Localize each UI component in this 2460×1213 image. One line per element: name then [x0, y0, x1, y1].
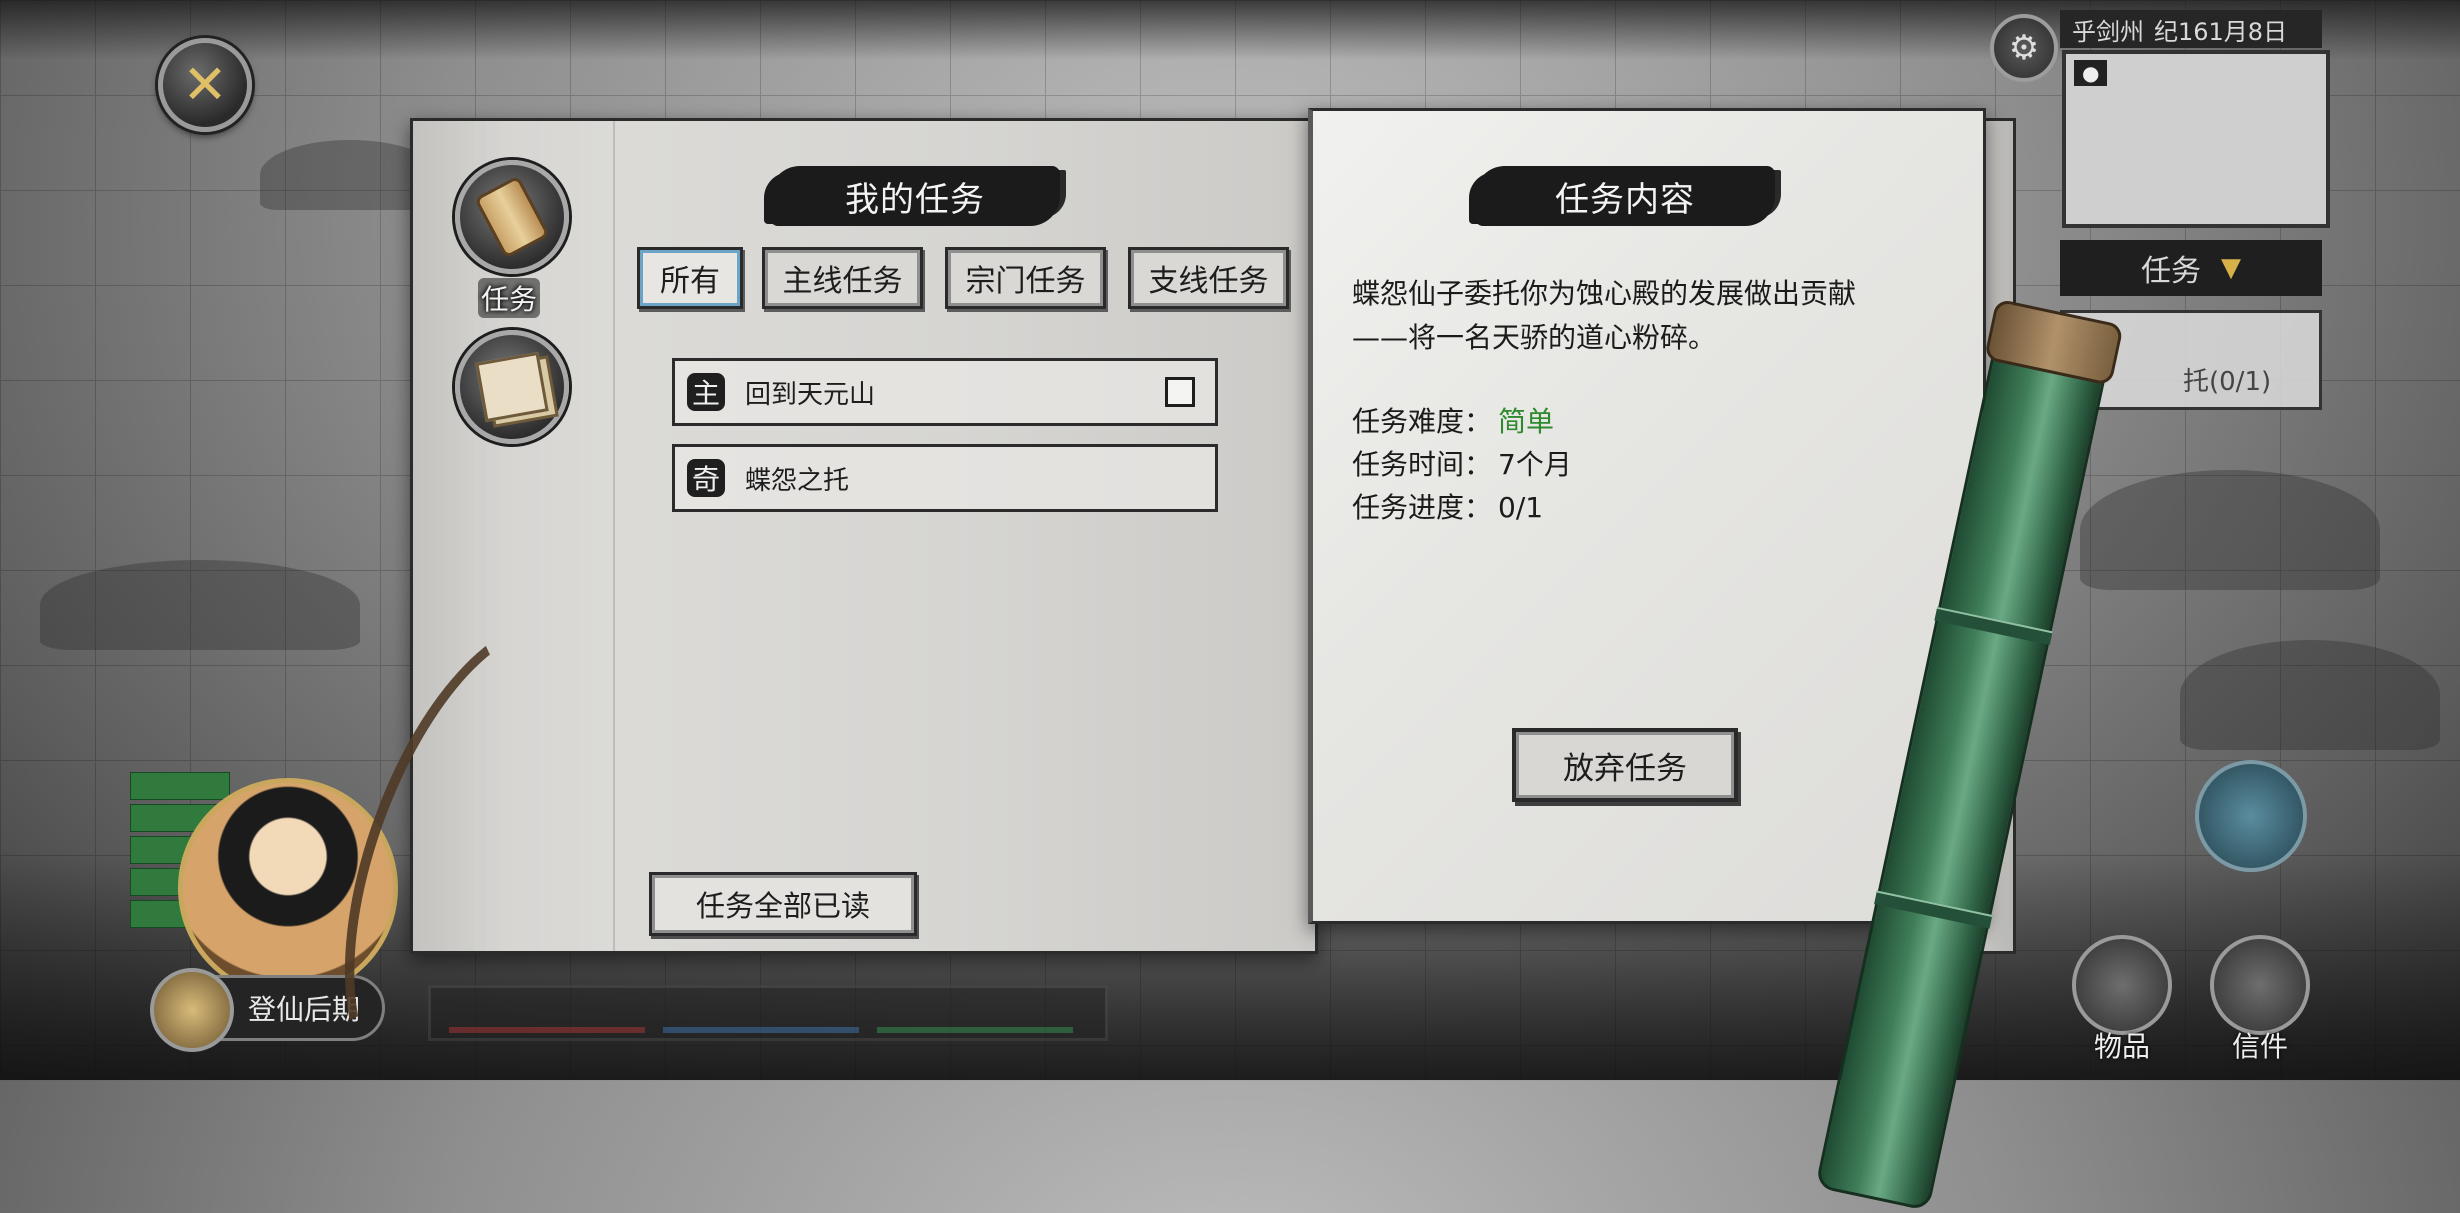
ink-mountain — [40, 560, 360, 650]
quest-time-row: 任务时间： 7个月 — [1352, 443, 1572, 483]
tab-side-quests[interactable]: 支线任务 — [1128, 247, 1289, 309]
task-tracker-dropdown[interactable]: 任务 ▼ — [2060, 240, 2322, 296]
ink-mountain — [2180, 640, 2440, 750]
quest-list-item[interactable]: 奇 蝶怨之托 — [672, 444, 1218, 512]
difficulty-value: 简单 — [1498, 405, 1555, 438]
location-name: 乎剑州 — [2072, 17, 2144, 46]
time-value: 7个月 — [1498, 448, 1572, 481]
quest-description: 蝶怨仙子委托你为蚀心殿的发展做出贡献 ——将一名天骄的道心粉碎。 — [1352, 277, 1857, 354]
ink-mountain — [2080, 470, 2380, 590]
mark-all-read-button[interactable]: 任务全部已读 — [649, 872, 917, 936]
letters-nav-button[interactable] — [455, 330, 569, 444]
realm-label: 登仙后期 — [247, 993, 360, 1026]
companion-avatar[interactable] — [2195, 760, 2307, 872]
letters-button[interactable]: 信件 — [2210, 935, 2310, 1063]
quest-difficulty-row: 任务难度： 简单 — [1352, 400, 1554, 440]
quest-track-checkbox[interactable] — [1165, 377, 1195, 407]
tab-all[interactable]: 所有 — [637, 247, 743, 309]
items-button[interactable]: 物品 — [2072, 935, 2172, 1063]
letters-label: 信件 — [2231, 1030, 2288, 1063]
stamina-stat — [877, 993, 1073, 1033]
mp-stat — [663, 993, 859, 1033]
quests-nav-button[interactable] — [455, 160, 569, 274]
quest-progress-row: 任务进度： 0/1 — [1352, 486, 1543, 526]
quest-type-badge: 主 — [687, 373, 725, 411]
letters-icon — [475, 351, 549, 423]
minimap[interactable]: ● — [2062, 50, 2330, 228]
location-bar: 乎剑州 纪161月8日 — [2060, 10, 2322, 48]
task-dropdown-label: 任务 — [2141, 254, 2201, 289]
quest-name: 蝶怨之托 — [745, 465, 850, 496]
quest-list-item[interactable]: 主 回到天元山 — [672, 358, 1218, 426]
difficulty-label: 任务难度： — [1352, 405, 1493, 438]
abandon-quest-button[interactable]: 放弃任务 — [1512, 728, 1738, 802]
gear-icon[interactable]: ⚙ — [1990, 14, 2058, 82]
quest-type-badge: 奇 — [687, 459, 725, 497]
game-date: 纪161月8日 — [2154, 17, 2288, 46]
chevron-down-icon: ▼ — [2221, 253, 2241, 283]
tab-main-quests[interactable]: 主线任务 — [762, 247, 923, 309]
bamboo-node — [1874, 890, 1993, 929]
tab-sect-quests[interactable]: 宗门任务 — [945, 247, 1106, 309]
items-label: 物品 — [2093, 1030, 2150, 1063]
close-icon: ✕ — [182, 53, 228, 116]
scroll-icon — [473, 175, 551, 259]
close-button[interactable]: ✕ — [158, 38, 252, 132]
progress-label: 任务进度： — [1352, 491, 1493, 524]
my-quests-title: 我的任务 — [770, 166, 1060, 226]
quests-nav-label: 任务 — [478, 278, 540, 318]
time-label: 任务时间： — [1352, 448, 1493, 481]
task-tracker-progress: 托(0/1) — [2183, 367, 2272, 397]
minimap-label: ● — [2074, 60, 2108, 86]
status-tag — [130, 772, 230, 800]
bamboo-node — [1934, 606, 2053, 646]
progress-value: 0/1 — [1498, 491, 1544, 524]
quest-details-title: 任务内容 — [1475, 166, 1775, 226]
realm-icon — [150, 968, 234, 1052]
quest-name: 回到天元山 — [745, 379, 876, 410]
